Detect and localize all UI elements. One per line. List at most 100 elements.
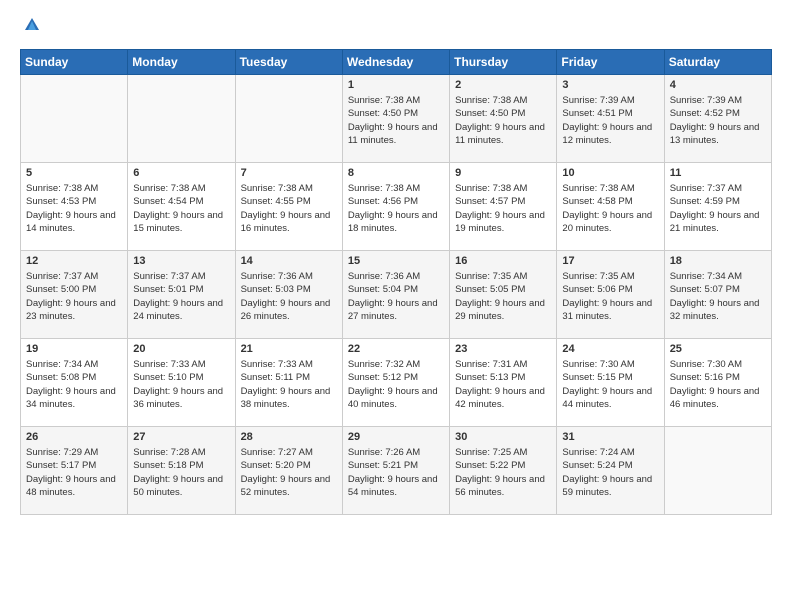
day-number: 21 [241, 343, 337, 355]
day-number: 6 [133, 167, 229, 179]
day-cell: 20 Sunrise: 7:33 AMSunset: 5:10 PMDayligh… [128, 339, 235, 427]
day-number: 27 [133, 431, 229, 443]
day-cell: 13 Sunrise: 7:37 AMSunset: 5:01 PMDayligh… [128, 251, 235, 339]
day-info: Sunrise: 7:37 AMSunset: 4:59 PMDaylight:… [670, 182, 766, 235]
weekday-header-row: SundayMondayTuesdayWednesdayThursdayFrid… [21, 50, 772, 75]
day-cell: 12Sunrise: 7:37 AMSunset: 5:00 PMDayligh… [21, 251, 128, 339]
day-cell [664, 427, 771, 515]
day-cell [21, 75, 128, 163]
day-number: 19 [26, 343, 122, 355]
day-number: 18 [670, 255, 766, 267]
day-number: 23 [455, 343, 551, 355]
day-number: 22 [348, 343, 444, 355]
day-number: 11 [670, 167, 766, 179]
day-cell: 6 Sunrise: 7:38 AMSunset: 4:54 PMDaylight… [128, 163, 235, 251]
day-cell: 11 Sunrise: 7:37 AMSunset: 4:59 PMDayligh… [664, 163, 771, 251]
week-row-5: 26Sunrise: 7:29 AMSunset: 5:17 PMDayligh… [21, 427, 772, 515]
day-info: Sunrise: 7:39 AMSunset: 4:52 PMDaylight:… [670, 94, 766, 147]
day-number: 8 [348, 167, 444, 179]
day-cell: 10 Sunrise: 7:38 AMSunset: 4:58 PMDayligh… [557, 163, 664, 251]
day-cell: 3Sunrise: 7:39 AMSunset: 4:51 PMDaylight… [557, 75, 664, 163]
day-info: Sunrise: 7:32 AMSunset: 5:12 PMDaylight:… [348, 358, 444, 411]
day-number: 3 [562, 79, 658, 91]
day-cell: 26Sunrise: 7:29 AMSunset: 5:17 PMDayligh… [21, 427, 128, 515]
day-cell: 7 Sunrise: 7:38 AMSunset: 4:55 PMDaylight… [235, 163, 342, 251]
week-row-1: 1 Sunrise: 7:38 AMSunset: 4:50 PMDaylight… [21, 75, 772, 163]
day-info: Sunrise: 7:38 AMSunset: 4:55 PMDaylight:… [241, 182, 337, 235]
day-info: Sunrise: 7:38 AMSunset: 4:58 PMDaylight:… [562, 182, 658, 235]
day-cell: 5 Sunrise: 7:38 AMSunset: 4:53 PMDaylight… [21, 163, 128, 251]
day-number: 10 [562, 167, 658, 179]
day-cell: 21 Sunrise: 7:33 AMSunset: 5:11 PMDayligh… [235, 339, 342, 427]
day-number: 7 [241, 167, 337, 179]
day-info: Sunrise: 7:30 AMSunset: 5:15 PMDaylight:… [562, 358, 658, 411]
day-cell: 23 Sunrise: 7:31 AMSunset: 5:13 PMDayligh… [450, 339, 557, 427]
day-cell: 17Sunrise: 7:35 AMSunset: 5:06 PMDayligh… [557, 251, 664, 339]
day-info: Sunrise: 7:33 AMSunset: 5:10 PMDaylight:… [133, 358, 229, 411]
day-number: 31 [562, 431, 658, 443]
calendar-table: SundayMondayTuesdayWednesdayThursdayFrid… [20, 49, 772, 515]
day-info: Sunrise: 7:38 AMSunset: 4:50 PMDaylight:… [455, 94, 551, 147]
page-header [20, 16, 772, 39]
day-number: 12 [26, 255, 122, 267]
day-info: Sunrise: 7:35 AMSunset: 5:06 PMDaylight:… [562, 270, 658, 323]
day-cell: 22 Sunrise: 7:32 AMSunset: 5:12 PMDayligh… [342, 339, 449, 427]
calendar-page: SundayMondayTuesdayWednesdayThursdayFrid… [0, 0, 792, 612]
day-cell: 18 Sunrise: 7:34 AMSunset: 5:07 PMDayligh… [664, 251, 771, 339]
day-info: Sunrise: 7:34 AMSunset: 5:08 PMDaylight:… [26, 358, 122, 411]
day-cell: 29Sunrise: 7:26 AMSunset: 5:21 PMDayligh… [342, 427, 449, 515]
day-info: Sunrise: 7:33 AMSunset: 5:11 PMDaylight:… [241, 358, 337, 411]
day-info: Sunrise: 7:36 AMSunset: 5:03 PMDaylight:… [241, 270, 337, 323]
day-info: Sunrise: 7:24 AMSunset: 5:24 PMDaylight:… [562, 446, 658, 499]
day-info: Sunrise: 7:38 AMSunset: 4:54 PMDaylight:… [133, 182, 229, 235]
day-cell: 1 Sunrise: 7:38 AMSunset: 4:50 PMDaylight… [342, 75, 449, 163]
day-info: Sunrise: 7:26 AMSunset: 5:21 PMDaylight:… [348, 446, 444, 499]
day-info: Sunrise: 7:29 AMSunset: 5:17 PMDaylight:… [26, 446, 122, 499]
day-cell: 15 Sunrise: 7:36 AMSunset: 5:04 PMDayligh… [342, 251, 449, 339]
day-info: Sunrise: 7:25 AMSunset: 5:22 PMDaylight:… [455, 446, 551, 499]
day-cell: 28 Sunrise: 7:27 AMSunset: 5:20 PMDayligh… [235, 427, 342, 515]
weekday-header-thursday: Thursday [450, 50, 557, 75]
weekday-header-wednesday: Wednesday [342, 50, 449, 75]
day-cell: 25 Sunrise: 7:30 AMSunset: 5:16 PMDayligh… [664, 339, 771, 427]
day-number: 14 [241, 255, 337, 267]
weekday-header-friday: Friday [557, 50, 664, 75]
week-row-3: 12Sunrise: 7:37 AMSunset: 5:00 PMDayligh… [21, 251, 772, 339]
day-number: 25 [670, 343, 766, 355]
day-number: 5 [26, 167, 122, 179]
week-row-2: 5 Sunrise: 7:38 AMSunset: 4:53 PMDaylight… [21, 163, 772, 251]
weekday-header-saturday: Saturday [664, 50, 771, 75]
day-info: Sunrise: 7:36 AMSunset: 5:04 PMDaylight:… [348, 270, 444, 323]
day-info: Sunrise: 7:27 AMSunset: 5:20 PMDaylight:… [241, 446, 337, 499]
day-cell: 8 Sunrise: 7:38 AMSunset: 4:56 PMDaylight… [342, 163, 449, 251]
day-number: 24 [562, 343, 658, 355]
day-cell: 14 Sunrise: 7:36 AMSunset: 5:03 PMDayligh… [235, 251, 342, 339]
day-number: 30 [455, 431, 551, 443]
day-number: 1 [348, 79, 444, 91]
day-cell: 16 Sunrise: 7:35 AMSunset: 5:05 PMDayligh… [450, 251, 557, 339]
logo [20, 16, 41, 39]
day-info: Sunrise: 7:38 AMSunset: 4:50 PMDaylight:… [348, 94, 444, 147]
day-number: 2 [455, 79, 551, 91]
day-number: 15 [348, 255, 444, 267]
day-number: 9 [455, 167, 551, 179]
day-number: 28 [241, 431, 337, 443]
day-cell: 9 Sunrise: 7:38 AMSunset: 4:57 PMDaylight… [450, 163, 557, 251]
day-number: 20 [133, 343, 229, 355]
day-number: 13 [133, 255, 229, 267]
day-cell [235, 75, 342, 163]
day-cell: 4 Sunrise: 7:39 AMSunset: 4:52 PMDaylight… [664, 75, 771, 163]
logo-flag-icon [23, 16, 41, 37]
day-number: 4 [670, 79, 766, 91]
day-info: Sunrise: 7:30 AMSunset: 5:16 PMDaylight:… [670, 358, 766, 411]
day-number: 16 [455, 255, 551, 267]
day-info: Sunrise: 7:34 AMSunset: 5:07 PMDaylight:… [670, 270, 766, 323]
day-info: Sunrise: 7:31 AMSunset: 5:13 PMDaylight:… [455, 358, 551, 411]
day-info: Sunrise: 7:35 AMSunset: 5:05 PMDaylight:… [455, 270, 551, 323]
day-info: Sunrise: 7:37 AMSunset: 5:01 PMDaylight:… [133, 270, 229, 323]
day-info: Sunrise: 7:38 AMSunset: 4:57 PMDaylight:… [455, 182, 551, 235]
day-info: Sunrise: 7:38 AMSunset: 4:56 PMDaylight:… [348, 182, 444, 235]
day-info: Sunrise: 7:28 AMSunset: 5:18 PMDaylight:… [133, 446, 229, 499]
weekday-header-monday: Monday [128, 50, 235, 75]
day-info: Sunrise: 7:38 AMSunset: 4:53 PMDaylight:… [26, 182, 122, 235]
